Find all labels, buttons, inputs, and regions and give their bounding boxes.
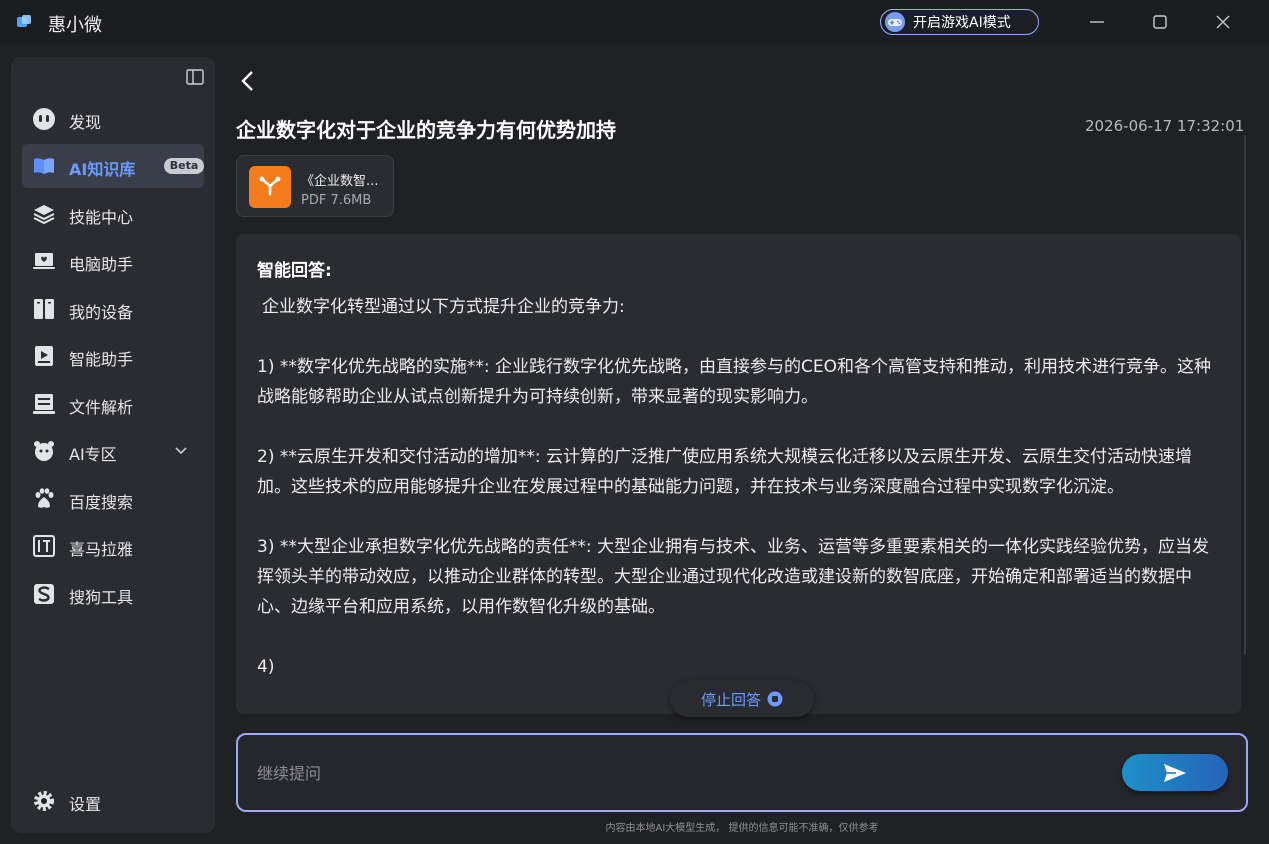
file-meta: PDF 7.6MB [301,193,372,208]
sidebar-item-smart-assistant[interactable]: 智能助手 [22,334,204,378]
app-title: 惠小微 [48,15,102,36]
send-button[interactable] [1122,754,1228,791]
sidebar: 发现 AI知识库 Beta 技能中心 电脑助手 我的设备 智能助手 文件解析 A… [11,57,215,833]
answer-body: 企业数字化转型通过以下方式提升企业的竞争力: 1) **数字化优先战略的实施**… [257,292,1225,712]
game-ai-mode-button[interactable]: 开启游戏AI模式 [880,9,1039,35]
sidebar-item-my-devices[interactable]: 我的设备 [22,287,204,331]
answer-paragraph: 3) **大型企业承担数字化优先战略的责任**: 大型企业拥有与技术、业务、运营… [257,537,1209,617]
ai-zone-icon [34,441,54,461]
app-logo-icon [17,15,31,27]
sidebar-item-discover[interactable]: 发现 [22,97,204,141]
minimize-icon [1090,21,1104,23]
minimize-button[interactable] [1083,8,1111,36]
sidebar-item-label: 文件解析 [69,398,134,417]
knowledge-book-icon [34,158,54,174]
attached-file-card[interactable]: 《企业数智... PDF 7.6MB [236,155,394,217]
back-arrow-icon[interactable] [239,70,257,92]
sidebar-item-label: 我的设备 [69,303,134,322]
sidebar-item-ai-zone[interactable]: AI专区 [22,429,204,473]
sidebar-item-label: 喜马拉雅 [69,540,134,559]
answer-heading: 智能回答: [257,261,332,281]
sidebar-item-label: AI专区 [69,445,117,464]
question-timestamp: 2026-06-17 17:32:01 [1085,117,1245,135]
discover-icon [33,108,55,130]
stop-answer-label: 停止回答 [700,690,761,709]
answer-panel: 智能回答: 企业数字化转型通过以下方式提升企业的竞争力: 1) **数字化优先战… [236,234,1241,714]
game-ai-mode-label: 开启游戏AI模式 [913,15,1011,31]
file-name: 《企业数智... [301,174,379,189]
ai-disclaimer: 内容由本地AI大模型生成， 提供的信息可能不准确，仅供参考 [605,823,879,834]
sidebar-item-label: 技能中心 [69,208,134,227]
follow-up-input-box [236,733,1248,812]
laptop-icon [33,253,55,269]
answer-paragraph: 1) **数字化优先战略的实施**: 企业践行数字化优先战略，由直接参与的CEO… [257,357,1211,407]
maximize-icon [1153,15,1167,29]
sidebar-item-ximalaya[interactable]: 喜马拉雅 [22,524,204,568]
sidebar-item-label: 电脑助手 [69,255,134,274]
question-title: 企业数字化对于企业的竞争力有何优势加持 [236,118,616,142]
settings-button[interactable]: 设置 [22,779,204,823]
follow-up-input[interactable] [257,759,1117,787]
close-button[interactable] [1209,8,1237,36]
layers-icon [33,205,55,225]
devices-icon [34,299,54,319]
sidebar-item-file-parse[interactable]: 文件解析 [22,382,204,426]
stop-icon [767,691,783,707]
sidebar-item-skills[interactable]: 技能中心 [22,192,204,236]
ximalaya-icon [33,535,55,557]
maximize-button[interactable] [1146,8,1174,36]
stop-answer-button[interactable]: 停止回答 [670,681,814,717]
title-bar: 惠小微 开启游戏AI模式 [0,0,1269,44]
pdf-branch-icon [259,176,281,196]
gamepad-icon [885,12,905,32]
close-icon [1216,15,1230,29]
sidebar-item-sogou-tools[interactable]: 搜狗工具 [22,572,204,616]
sidebar-item-label: 发现 [69,113,102,132]
answer-scrollbar[interactable] [1244,135,1246,655]
beta-badge: Beta [164,158,204,174]
sidebar-item-label: 搜狗工具 [69,588,134,607]
sidebar-item-label: 智能助手 [69,350,134,369]
sidebar-item-label: 百度搜索 [69,493,134,512]
answer-intro: 企业数字化转型通过以下方式提升企业的竞争力: [262,297,625,317]
answer-paragraph: 2) **云原生开发和交付活动的增加**: 云计算的广泛推广使应用系统大规模云化… [257,447,1192,497]
answer-paragraph: 4) [257,657,275,677]
sidebar-collapse-icon[interactable] [186,69,204,85]
sidebar-item-pc-assistant[interactable]: 电脑助手 [22,239,204,283]
sogou-icon [34,584,54,604]
sidebar-item-ai-knowledge[interactable]: AI知识库 Beta [22,144,204,188]
sidebar-item-label: AI知识库 [69,160,136,179]
settings-label: 设置 [69,795,102,814]
chevron-down-icon [175,447,187,455]
sidebar-item-baidu-search[interactable]: 百度搜索 [22,477,204,521]
file-type-icon [249,166,291,208]
send-icon [1164,763,1186,782]
gear-icon [34,791,54,811]
file-parse-icon [33,394,55,414]
baidu-paw-icon [35,488,54,508]
assistant-icon [35,346,53,366]
